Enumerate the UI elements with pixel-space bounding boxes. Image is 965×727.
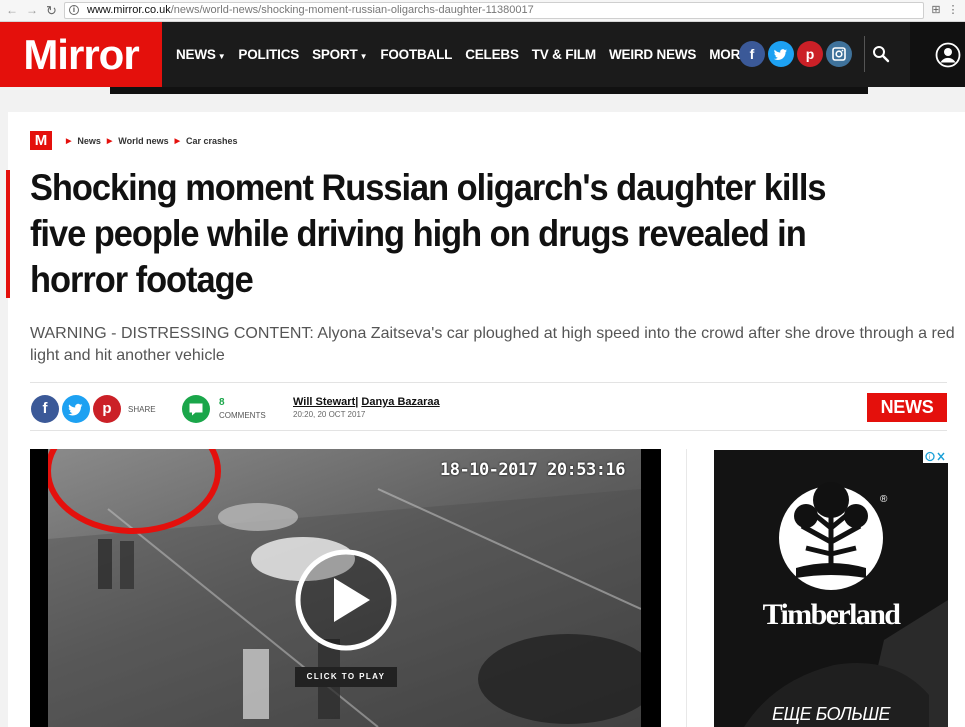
cctv-timestamp: 18-10-2017 20:53:16 <box>440 460 625 480</box>
section-badge[interactable]: NEWS <box>867 393 947 422</box>
mirror-m-logo[interactable]: M <box>30 131 52 150</box>
advertisement[interactable] <box>714 450 948 727</box>
share-label: SHARE <box>128 405 156 414</box>
back-icon[interactable]: ← <box>6 3 18 17</box>
byline: Will Stewart| Danya Bazaraa <box>293 396 440 408</box>
facebook-icon[interactable]: f <box>739 41 765 67</box>
search-icon[interactable] <box>872 45 890 63</box>
user-account-icon[interactable] <box>935 42 961 68</box>
share-twitter-icon[interactable] <box>62 395 90 423</box>
breadcrumb-arrow-icon: ▶ <box>106 137 113 145</box>
nav-politics[interactable]: POLITICS <box>238 47 299 62</box>
click-to-play-button[interactable]: CLICK TO PLAY <box>295 667 397 687</box>
pinterest-icon[interactable]: p <box>797 41 823 67</box>
comments-icon[interactable] <box>181 394 211 424</box>
play-icon[interactable] <box>294 548 398 652</box>
header-subbar <box>110 87 868 94</box>
nav-tv-film[interactable]: TV & FILM <box>532 47 596 62</box>
divider-bottom <box>30 430 947 431</box>
comments-count[interactable]: 8 <box>219 397 225 408</box>
share-pinterest-icon[interactable]: p <box>93 395 121 423</box>
menu-icon[interactable]: ⋮ <box>946 3 960 17</box>
breadcrumb-car-crashes[interactable]: Car crashes <box>186 136 238 146</box>
headline-accent-bar <box>6 170 10 298</box>
article-headline: Shocking moment Russian oligarch's daugh… <box>30 167 827 300</box>
breadcrumb-arrow-icon: ▶ <box>174 137 181 145</box>
divider-top <box>30 382 947 383</box>
article-standfirst: WARNING - DISTRESSING CONTENT: Alyona Za… <box>30 325 955 364</box>
url-path: /news/world-news/shocking-moment-russian… <box>170 4 534 16</box>
instagram-icon[interactable] <box>826 41 852 67</box>
main-nav: NEWS ▼ POLITICS SPORT ▼ FOOTBALL CELEBS TV… <box>176 22 772 87</box>
nav-sport[interactable]: SPORT ▼ <box>312 47 367 62</box>
breadcrumb-news[interactable]: News <box>77 136 101 146</box>
mirror-logo[interactable]: Mirror <box>0 22 162 87</box>
breadcrumb-arrow-icon: ▶ <box>66 137 72 145</box>
breadcrumb: M ▶ News ▶ World news ▶ Car crashes <box>30 131 238 150</box>
twitter-icon[interactable] <box>768 41 794 67</box>
nav-weird-news[interactable]: WEIRD NEWS <box>609 47 696 62</box>
breadcrumb-world-news[interactable]: World news <box>118 136 168 146</box>
ad-cta-text[interactable]: ЕЩЕ БОЛЬШЕ <box>714 704 948 725</box>
nav-football[interactable]: FOOTBALL <box>380 47 452 62</box>
nav-celebs[interactable]: CELEBS <box>465 47 519 62</box>
page-info-icon[interactable]: i <box>69 5 79 15</box>
nav-news[interactable]: NEWS ▼ <box>176 47 226 62</box>
address-bar[interactable]: www.mirror.co.uk/news/world-news/shockin… <box>64 2 924 19</box>
ad-brand-name: Timberland <box>762 598 901 631</box>
publish-date: 20:20, 20 OCT 2017 <box>293 410 366 419</box>
translate-icon[interactable]: ⊞ <box>929 3 943 17</box>
url-host: www.mirror.co.uk <box>87 4 171 16</box>
chevron-down-icon: ▼ <box>217 52 226 61</box>
nav-news-label: NEWS <box>176 47 216 62</box>
registered-mark: ® <box>880 494 888 505</box>
chevron-down-icon: ▼ <box>359 52 368 61</box>
column-divider <box>686 449 687 727</box>
site-header: Mirror NEWS ▼ POLITICS SPORT ▼ FOOTBALL CE… <box>0 22 965 87</box>
browser-toolbar: ← → ↻ www.mirror.co.uk/news/world-news/s… <box>0 0 965 22</box>
comments-label: COMMENTS <box>219 411 266 420</box>
share-facebook-icon[interactable]: f <box>31 395 59 423</box>
reload-icon[interactable]: ↻ <box>46 3 57 19</box>
nav-sport-label: SPORT <box>312 47 358 62</box>
author-link[interactable]: Danya Bazaraa <box>361 396 439 408</box>
adchoices-icon[interactable]: i <box>923 450 948 463</box>
author-link[interactable]: Will Stewart <box>293 396 355 408</box>
forward-icon[interactable]: → <box>26 3 38 17</box>
header-divider <box>864 36 865 72</box>
